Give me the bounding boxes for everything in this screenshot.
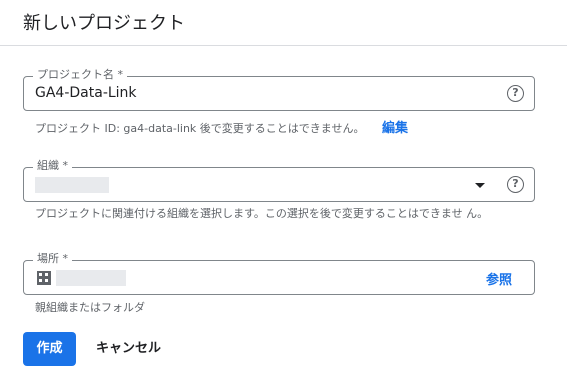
- edit-project-id-link[interactable]: 編集: [382, 121, 408, 136]
- project-name-label: プロジェクト名 *: [33, 68, 127, 82]
- location-helper: 親組織またはフォルダ: [35, 301, 145, 314]
- browse-link[interactable]: 参照: [486, 269, 512, 288]
- help-icon[interactable]: ?: [507, 85, 524, 102]
- project-name-input[interactable]: GA4-Data-Link: [35, 85, 137, 101]
- project-id-text: プロジェクト ID: ga4-data-link 後で変更することはできません。: [35, 122, 365, 135]
- location-label: 場所 *: [33, 252, 72, 266]
- location-field[interactable]: 場所 * 参照: [23, 252, 535, 295]
- dropdown-arrow-icon[interactable]: [475, 183, 485, 188]
- project-name-field[interactable]: プロジェクト名 * GA4-Data-Link ?: [23, 68, 535, 111]
- project-id-helper: プロジェクト ID: ga4-data-link 後で変更することはできません。…: [35, 121, 408, 137]
- help-icon[interactable]: ?: [507, 176, 524, 193]
- building-icon: [37, 271, 51, 285]
- page-title: 新しいプロジェクト: [23, 13, 185, 34]
- organization-value-redacted: [35, 177, 109, 193]
- cancel-button[interactable]: キャンセル: [92, 332, 165, 366]
- organization-helper: プロジェクトに関連付ける組織を選択します。この選択を後で変更することはできませ …: [35, 207, 489, 220]
- location-value-redacted: [56, 270, 126, 286]
- dialog-header: 新しいプロジェクト: [0, 0, 567, 46]
- organization-select[interactable]: 組織 * ?: [23, 159, 535, 202]
- create-button[interactable]: 作成: [23, 332, 76, 366]
- organization-label: 組織 *: [33, 159, 72, 173]
